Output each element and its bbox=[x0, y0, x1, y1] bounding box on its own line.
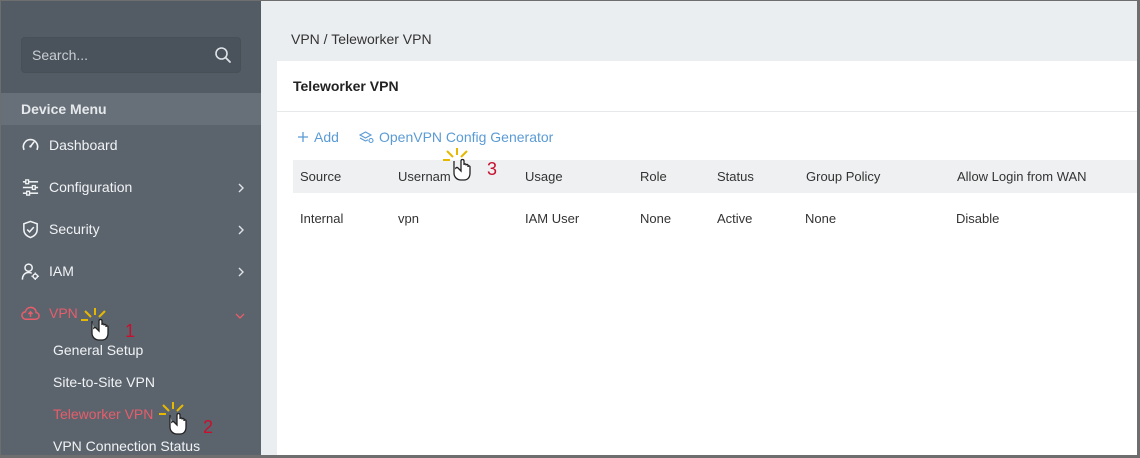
search-icon[interactable] bbox=[214, 46, 232, 64]
sidebar-item-iam[interactable]: IAM bbox=[1, 250, 261, 292]
sidebar-header bbox=[1, 1, 261, 93]
generator-button-label: OpenVPN Config Generator bbox=[379, 129, 554, 145]
shield-icon bbox=[23, 220, 38, 239]
sidebar-item-label: IAM bbox=[49, 263, 74, 279]
step-number-1: 1 bbox=[125, 321, 136, 341]
add-button-label: Add bbox=[314, 129, 339, 145]
gauge-icon bbox=[22, 138, 39, 151]
cell-source: Internal bbox=[300, 211, 344, 226]
add-button[interactable]: Add bbox=[297, 129, 339, 145]
app-window: Device Menu Dashboard Configuration bbox=[0, 0, 1140, 458]
sidebar-item-dashboard[interactable]: Dashboard bbox=[1, 124, 261, 166]
table-header: Source Usernam Usage Role Status Group P… bbox=[293, 160, 1137, 193]
breadcrumb: VPN / Teleworker VPN bbox=[291, 31, 432, 47]
sidebar-subitem-site-to-site-vpn[interactable]: Site-to-Site VPN bbox=[53, 374, 155, 390]
chevron-right-icon bbox=[238, 183, 244, 193]
column-header-allow-login-from-wan[interactable]: Allow Login from WAN bbox=[957, 169, 1087, 184]
sidebar-item-label: Security bbox=[49, 221, 100, 237]
column-header-status[interactable]: Status bbox=[717, 169, 754, 184]
column-header-usage[interactable]: Usage bbox=[525, 169, 563, 184]
click-hand-icon bbox=[159, 402, 187, 435]
sidebar-item-configuration[interactable]: Configuration bbox=[1, 166, 261, 208]
cell-username: vpn bbox=[398, 211, 419, 226]
cloud-upload-icon bbox=[21, 306, 40, 320]
chevron-right-icon bbox=[238, 225, 244, 235]
divider bbox=[277, 111, 1137, 112]
cell-allow-login-from-wan: Disable bbox=[956, 211, 1000, 226]
layers-gear-icon bbox=[359, 131, 374, 144]
device-menu-heading: Device Menu bbox=[1, 93, 261, 125]
plus-icon bbox=[298, 132, 308, 142]
cell-status: Active bbox=[717, 211, 753, 226]
sidebar-item-security[interactable]: Security bbox=[1, 208, 261, 250]
sidebar-subitem-general-setup[interactable]: General Setup bbox=[53, 342, 143, 358]
click-hand-icon bbox=[443, 148, 471, 181]
sidebar-item-label: Configuration bbox=[49, 179, 133, 195]
step-number-3: 3 bbox=[487, 159, 498, 179]
step-number-2: 2 bbox=[203, 417, 214, 437]
user-gear-icon bbox=[21, 263, 40, 281]
sidebar-item-label: Dashboard bbox=[49, 137, 118, 153]
chevron-right-icon bbox=[238, 267, 244, 277]
sidebar-subitem-vpn-connection-status[interactable]: VPN Connection Status bbox=[53, 438, 200, 454]
sidebar-item-label: VPN bbox=[49, 305, 78, 321]
chevron-down-icon bbox=[235, 313, 245, 319]
click-hand-icon bbox=[81, 308, 109, 341]
page-title: Teleworker VPN bbox=[293, 78, 399, 94]
search-input[interactable] bbox=[32, 38, 202, 72]
main-panel: Teleworker VPN Add OpenVPN Config Genera… bbox=[277, 61, 1137, 455]
sliders-icon bbox=[22, 179, 39, 196]
cell-role: None bbox=[640, 211, 672, 226]
sidebar-subitem-teleworker-vpn[interactable]: Teleworker VPN bbox=[53, 406, 153, 422]
sidebar: Device Menu Dashboard Configuration bbox=[1, 1, 261, 455]
column-header-role[interactable]: Role bbox=[640, 169, 667, 184]
column-header-group-policy[interactable]: Group Policy bbox=[806, 169, 880, 184]
search-box[interactable] bbox=[21, 37, 241, 73]
cell-group-policy: None bbox=[805, 211, 837, 226]
cell-usage: IAM User bbox=[525, 211, 580, 226]
column-header-source[interactable]: Source bbox=[300, 169, 341, 184]
openvpn-config-generator-button[interactable]: OpenVPN Config Generator bbox=[359, 129, 553, 145]
